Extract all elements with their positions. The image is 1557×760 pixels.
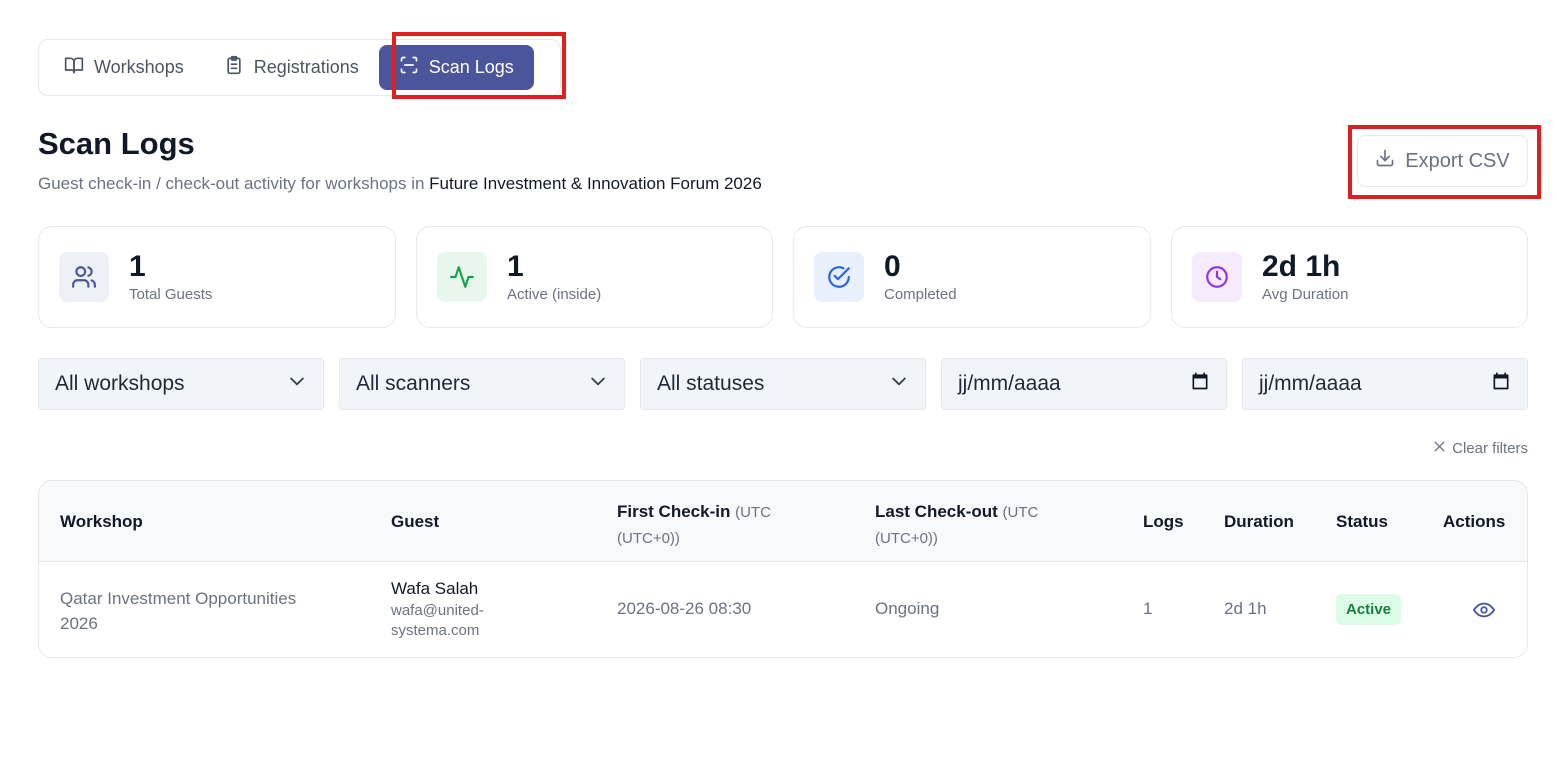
workshop-name-line: Qatar Investment Opportunities [60, 589, 297, 608]
row-logs: 1 [1143, 599, 1153, 618]
scan-icon [399, 55, 419, 80]
timezone-label: (UTC [735, 504, 771, 521]
timezone-label: (UTC+0)) [617, 530, 680, 547]
tab-registrations[interactable]: Registrations [204, 45, 379, 90]
guest-email-line: systema.com [391, 622, 480, 639]
column-header-status: Status [1336, 512, 1388, 531]
book-open-icon [64, 55, 84, 80]
scanner-filter-select[interactable]: All scanners [339, 358, 625, 410]
column-header-guest: Guest [391, 512, 440, 531]
stat-label: Avg Duration [1262, 286, 1349, 303]
row-duration: 2d 1h [1224, 599, 1267, 618]
column-header-first-checkin: First Check-in (UTC (UTC+0)) [617, 499, 771, 551]
row-workshop: Qatar Investment Opportunities 2026 [60, 586, 296, 636]
column-header-actions: Actions [1443, 512, 1506, 531]
stat-card-completed: 0 Completed [793, 226, 1151, 328]
table-header: Workshop Guest First Check-in (UTC (UTC+… [39, 481, 1527, 562]
clear-filters-button[interactable]: Clear filters [1433, 440, 1528, 457]
close-icon [1433, 440, 1446, 457]
row-guest: Wafa Salah wafa@united- systema.com [391, 579, 484, 641]
timezone-label: (UTC+0)) [875, 530, 938, 547]
status-badge: Active [1336, 594, 1402, 625]
workshop-filter-select[interactable]: All workshops [38, 358, 324, 410]
tab-label: Registrations [253, 57, 359, 77]
status-filter-value: All statuses [657, 372, 765, 395]
guest-email: wafa@united- systema.com [391, 601, 484, 641]
scan-logs-page: Workshops Registrations Scan Logs Scan L… [0, 0, 1557, 760]
tab-label: Scan Logs [428, 57, 514, 77]
calendar-icon[interactable] [1190, 371, 1210, 397]
export-label: Export CSV [1405, 149, 1510, 172]
column-header-duration: Duration [1224, 512, 1294, 531]
column-header-workshop: Workshop [60, 512, 143, 531]
tab-scan-logs[interactable]: Scan Logs [378, 45, 534, 90]
tab-workshops[interactable]: Workshops [44, 45, 204, 90]
column-header-logs: Logs [1143, 512, 1184, 531]
clock-icon [1192, 252, 1242, 302]
column-header-last-checkout: Last Check-out (UTC (UTC+0)) [875, 499, 1038, 551]
date-from-input[interactable]: jj/mm/aaaa [941, 358, 1227, 410]
tab-bar: Workshops Registrations Scan Logs [38, 39, 561, 96]
date-to-value: jj/mm/aaaa [1259, 372, 1362, 395]
check-circle-icon [814, 252, 864, 302]
stat-value: 2d 1h [1262, 250, 1341, 283]
chevron-down-icon [889, 371, 909, 397]
event-name: Future Investment & Innovation Forum 202… [429, 174, 762, 193]
page-title: Scan Logs [38, 126, 195, 161]
stat-value: 0 [884, 250, 901, 283]
tab-label: Workshops [94, 57, 184, 77]
stat-card-avg-duration: 2d 1h Avg Duration [1171, 226, 1528, 328]
download-icon [1375, 148, 1395, 174]
column-header-last-checkout-label: Last Check-out [875, 502, 998, 521]
chevron-down-icon [287, 371, 307, 397]
guest-name: Wafa Salah [391, 579, 479, 598]
guest-email-line: wafa@united- [391, 602, 484, 619]
stat-card-active: 1 Active (inside) [416, 226, 773, 328]
stat-label: Active (inside) [507, 286, 602, 303]
stat-card-total-guests: 1 Total Guests [38, 226, 396, 328]
row-last-checkout: Ongoing [875, 599, 940, 618]
export-csv-button[interactable]: Export CSV [1357, 135, 1528, 187]
scan-logs-table: Workshop Guest First Check-in (UTC (UTC+… [38, 480, 1528, 658]
clear-filters-label: Clear filters [1452, 440, 1528, 457]
row-first-checkin: 2026-08-26 08:30 [617, 599, 752, 618]
scanner-filter-value: All scanners [356, 372, 471, 395]
status-filter-select[interactable]: All statuses [640, 358, 926, 410]
users-icon [59, 252, 109, 302]
stat-label: Total Guests [129, 286, 213, 303]
clipboard-list-icon [224, 55, 244, 80]
calendar-icon[interactable] [1491, 371, 1511, 397]
workshop-name-line: 2026 [60, 614, 98, 633]
activity-icon [437, 252, 487, 302]
stat-label: Completed [884, 286, 957, 303]
date-to-input[interactable]: jj/mm/aaaa [1242, 358, 1528, 410]
subtitle-text: Guest check-in / check-out activity for … [38, 174, 430, 193]
workshop-filter-value: All workshops [55, 372, 185, 395]
date-from-value: jj/mm/aaaa [958, 372, 1061, 395]
page-subtitle: Guest check-in / check-out activity for … [38, 174, 762, 194]
stat-value: 1 [507, 250, 524, 283]
column-header-first-checkin-label: First Check-in [617, 502, 731, 521]
timezone-label: (UTC [1002, 504, 1039, 521]
stat-value: 1 [129, 250, 146, 283]
view-eye-icon[interactable] [1473, 599, 1495, 621]
chevron-down-icon [588, 371, 608, 397]
